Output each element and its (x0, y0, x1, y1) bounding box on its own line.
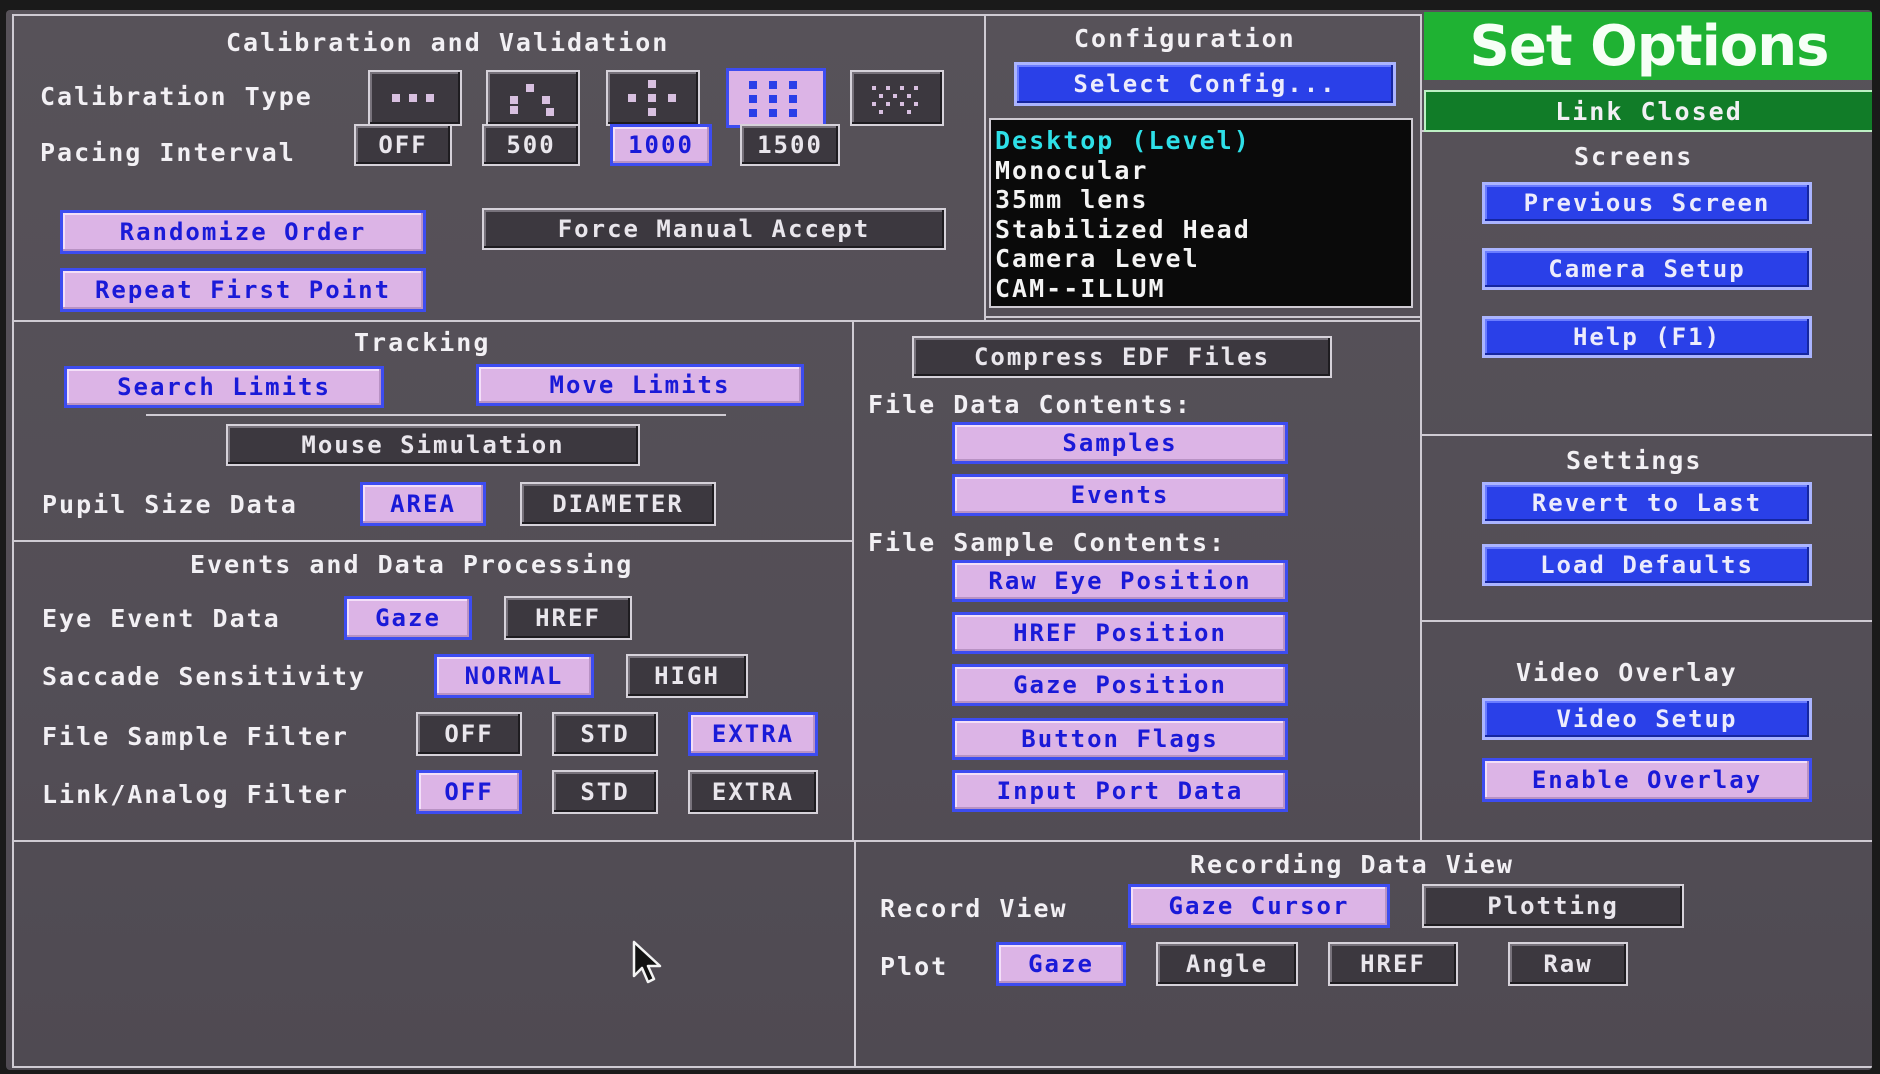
config-item[interactable]: Monocular (995, 156, 1407, 186)
calibration-3-point-button[interactable] (368, 70, 462, 126)
plot-href-button[interactable]: HREF (1328, 942, 1458, 986)
config-item[interactable]: 35mm lens (995, 185, 1407, 215)
link-status-badge: Link Closed (1424, 90, 1872, 132)
five-dot-alt-icon (488, 72, 578, 124)
tracking-divider (146, 414, 726, 416)
config-item[interactable]: Desktop (Level) (995, 126, 1407, 156)
pacing-interval-label: Pacing Interval (40, 138, 296, 167)
saccade-sensitivity-label: Saccade Sensitivity (42, 662, 366, 691)
calibration-type-label: Calibration Type (40, 82, 313, 111)
calibration-9-point-button[interactable] (726, 68, 826, 128)
mouse-simulation-button[interactable]: Mouse Simulation (226, 424, 640, 466)
force-manual-accept-button[interactable]: Force Manual Accept (482, 208, 946, 250)
plot-label: Plot (880, 952, 949, 981)
nine-dot-grid-icon (729, 71, 823, 125)
randomize-order-button[interactable]: Randomize Order (60, 210, 426, 254)
page-title: Set Options (1424, 12, 1872, 80)
file-sample-contents-label: File Sample Contents: (868, 528, 1227, 557)
revert-to-last-button[interactable]: Revert to Last (1482, 482, 1812, 524)
events-button[interactable]: Events (952, 474, 1288, 516)
calibration-13-point-button[interactable] (850, 70, 944, 126)
calibration-5-point-button[interactable] (606, 70, 700, 126)
enable-overlay-button[interactable]: Enable Overlay (1482, 758, 1812, 802)
plot-angle-button[interactable]: Angle (1156, 942, 1298, 986)
configuration-heading: Configuration (1074, 24, 1296, 53)
help-button[interactable]: Help (F1) (1482, 316, 1812, 358)
empty-panel (12, 840, 856, 1068)
eyetracker-options-screen: Calibration and Validation Calibration T… (6, 10, 1872, 1070)
select-config-button[interactable]: Select Config... (1014, 62, 1396, 106)
plot-gaze-button[interactable]: Gaze (996, 942, 1126, 986)
eye-event-gaze-button[interactable]: Gaze (344, 596, 472, 640)
button-flags-button[interactable]: Button Flags (952, 718, 1288, 760)
file-data-contents-label: File Data Contents: (868, 390, 1192, 419)
link-analog-filter-label: Link/Analog Filter (42, 780, 349, 809)
file-filter-extra-button[interactable]: EXTRA (688, 712, 818, 756)
eye-event-data-label: Eye Event Data (42, 604, 281, 633)
pupil-area-button[interactable]: AREA (360, 482, 486, 526)
many-dot-grid-icon (852, 72, 942, 124)
config-list: Desktop (Level) Monocular 35mm lens Stab… (989, 118, 1413, 308)
video-setup-button[interactable]: Video Setup (1482, 698, 1812, 740)
recording-heading: Recording Data View (1190, 850, 1514, 879)
plot-raw-button[interactable]: Raw (1508, 942, 1628, 986)
raw-eye-position-button[interactable]: Raw Eye Position (952, 560, 1288, 602)
three-dot-icon (370, 72, 460, 124)
screens-heading: Screens (1574, 142, 1694, 171)
pacing-1500-button[interactable]: 1500 (740, 124, 840, 166)
load-defaults-button[interactable]: Load Defaults (1482, 544, 1812, 586)
previous-screen-button[interactable]: Previous Screen (1482, 182, 1812, 224)
gaze-position-button[interactable]: Gaze Position (952, 664, 1288, 706)
record-view-label: Record View (880, 894, 1068, 923)
pacing-1000-button[interactable]: 1000 (610, 124, 712, 166)
eye-event-href-button[interactable]: HREF (504, 596, 632, 640)
search-limits-button[interactable]: Search Limits (64, 366, 384, 408)
repeat-first-point-button[interactable]: Repeat First Point (60, 268, 426, 312)
calibration-heading: Calibration and Validation (226, 28, 670, 57)
tracking-heading: Tracking (354, 328, 491, 357)
pacing-off-button[interactable]: OFF (354, 124, 452, 166)
config-item[interactable]: Camera Level (995, 244, 1407, 274)
config-item[interactable]: Stabilized Head (995, 215, 1407, 245)
pacing-500-button[interactable]: 500 (482, 124, 580, 166)
five-dot-cross-icon (608, 72, 698, 124)
mouse-cursor-icon (632, 940, 662, 984)
video-overlay-heading: Video Overlay (1516, 658, 1738, 687)
file-filter-std-button[interactable]: STD (552, 712, 658, 756)
input-port-data-button[interactable]: Input Port Data (952, 770, 1288, 812)
file-sample-filter-label: File Sample Filter (42, 722, 349, 751)
camera-setup-button[interactable]: Camera Setup (1482, 248, 1812, 290)
link-filter-off-button[interactable]: OFF (416, 770, 522, 814)
config-item[interactable]: CAM--ILLUM (995, 274, 1407, 304)
pupil-size-label: Pupil Size Data (42, 490, 298, 519)
href-position-button[interactable]: HREF Position (952, 612, 1288, 654)
link-filter-extra-button[interactable]: EXTRA (688, 770, 818, 814)
plotting-button[interactable]: Plotting (1422, 884, 1684, 928)
pupil-diameter-button[interactable]: DIAMETER (520, 482, 716, 526)
file-filter-off-button[interactable]: OFF (416, 712, 522, 756)
calibration-5-point-alt-button[interactable] (486, 70, 580, 126)
compress-edf-button[interactable]: Compress EDF Files (912, 336, 1332, 378)
events-heading: Events and Data Processing (190, 550, 634, 579)
saccade-high-button[interactable]: HIGH (626, 654, 748, 698)
samples-button[interactable]: Samples (952, 422, 1288, 464)
link-filter-std-button[interactable]: STD (552, 770, 658, 814)
move-limits-button[interactable]: Move Limits (476, 364, 804, 406)
settings-heading: Settings (1566, 446, 1703, 475)
saccade-normal-button[interactable]: NORMAL (434, 654, 594, 698)
gaze-cursor-button[interactable]: Gaze Cursor (1128, 884, 1390, 928)
